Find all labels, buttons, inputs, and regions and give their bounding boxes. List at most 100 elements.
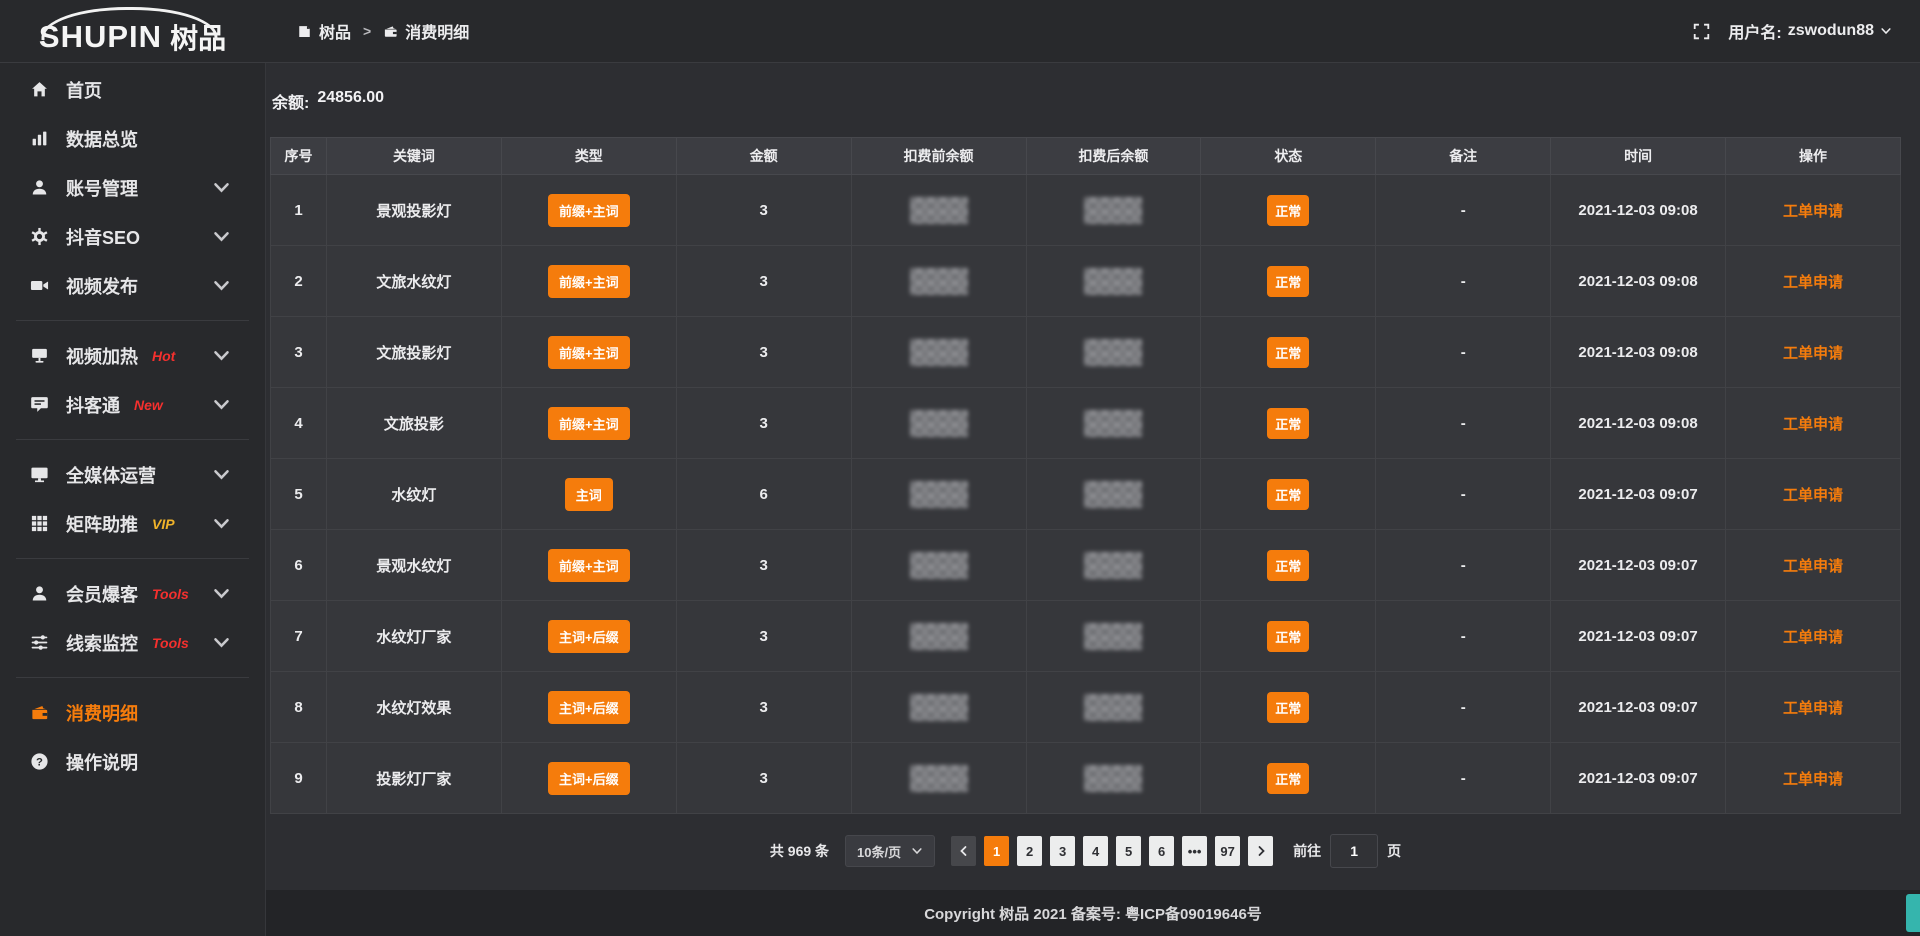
cell-amount: 3 [676, 743, 851, 814]
chevron-down-icon [212, 584, 231, 603]
cell-amount: 3 [676, 175, 851, 246]
cell-balance-before [851, 175, 1026, 246]
work-order-link[interactable]: 工单申请 [1783, 558, 1843, 575]
page-button-5[interactable]: 5 [1116, 836, 1141, 866]
cell-time: 2021-12-03 09:08 [1551, 246, 1726, 317]
page-button-1[interactable]: 1 [984, 836, 1009, 866]
sidebar-item-label: 矩阵助推 [66, 511, 138, 537]
sidebar-item-data-overview[interactable]: 数据总览 [0, 114, 265, 163]
work-order-link[interactable]: 工单申请 [1783, 345, 1843, 362]
next-page-button[interactable] [1248, 836, 1273, 866]
copyright-text: Copyright 树品 2021 备案号: 粤ICP备09019646号 [924, 903, 1262, 924]
censored-value [1084, 339, 1142, 366]
page-buttons: 123456 ••• 97 [984, 836, 1240, 866]
table-header-row: 序号关键词类型金额扣费前余额扣费后余额状态备注时间操作 [271, 138, 1901, 175]
video-icon [30, 276, 49, 295]
question-icon: ? [30, 752, 49, 771]
user-icon [30, 584, 49, 603]
work-order-link[interactable]: 工单申请 [1783, 274, 1843, 291]
cell-balance-after [1026, 317, 1201, 388]
work-order-link[interactable]: 工单申请 [1783, 629, 1843, 646]
cell-amount: 3 [676, 246, 851, 317]
fullscreen-icon[interactable] [1693, 23, 1710, 40]
work-order-link[interactable]: 工单申请 [1783, 700, 1843, 717]
page-size-select[interactable]: 10条/页 [845, 835, 935, 867]
cell-type: 主词+后缀 [501, 601, 676, 672]
sidebar-item-video-heat[interactable]: 视频加热Hot [0, 331, 265, 380]
floating-widget[interactable] [1906, 894, 1920, 932]
column-header: 时间 [1551, 138, 1726, 175]
svg-text:?: ? [36, 756, 43, 768]
censored-value [1084, 268, 1142, 295]
page-button-6[interactable]: 6 [1149, 836, 1174, 866]
cell-remark: - [1376, 388, 1551, 459]
cell-remark: - [1376, 601, 1551, 672]
column-header: 序号 [271, 138, 327, 175]
censored-value [910, 694, 968, 721]
cell-no: 4 [271, 388, 327, 459]
type-badge: 前缀+主词 [548, 194, 630, 227]
page-ellipsis-button[interactable]: ••• [1182, 836, 1207, 866]
cell-balance-after [1026, 246, 1201, 317]
sidebar-item-label: 数据总览 [66, 126, 138, 152]
sidebar-item-video-publish[interactable]: 视频发布 [0, 261, 265, 310]
work-order-link[interactable]: 工单申请 [1783, 203, 1843, 220]
page-button-97[interactable]: 97 [1215, 836, 1240, 866]
sidebar-item-matrix-boost[interactable]: 矩阵助推VIP [0, 499, 265, 548]
sidebar-item-douketong[interactable]: 抖客通New [0, 380, 265, 429]
breadcrumb-label: 树品 [319, 19, 351, 43]
cell-balance-before [851, 743, 1026, 814]
home-icon [30, 80, 49, 99]
user-menu[interactable]: 用户名: zswodun88 [1728, 19, 1892, 43]
goto-page-input[interactable] [1330, 834, 1378, 868]
cell-balance-after [1026, 459, 1201, 530]
gear-icon [30, 227, 49, 246]
cell-balance-before [851, 317, 1026, 388]
sidebar-item-leads-monitor[interactable]: 线索监控Tools [0, 618, 265, 667]
cell-remark: - [1376, 175, 1551, 246]
page-button-2[interactable]: 2 [1017, 836, 1042, 866]
sidebar-item-account-manage[interactable]: 账号管理 [0, 163, 265, 212]
goto-label: 前往 [1293, 841, 1321, 861]
sidebar-item-help[interactable]: ?操作说明 [0, 737, 265, 786]
cell-no: 8 [271, 672, 327, 743]
cell-time: 2021-12-03 09:08 [1551, 388, 1726, 459]
cell-action: 工单申请 [1726, 317, 1901, 388]
sidebar-item-douyin-seo[interactable]: 抖音SEO [0, 212, 265, 261]
sidebar-item-tag: New [134, 397, 163, 413]
work-order-link[interactable]: 工单申请 [1783, 771, 1843, 788]
page-button-3[interactable]: 3 [1050, 836, 1075, 866]
sidebar-item-member-burst[interactable]: 会员爆客Tools [0, 569, 265, 618]
breadcrumb-item-shupin[interactable]: 树品 [297, 19, 351, 43]
cell-action: 工单申请 [1726, 246, 1901, 317]
sidebar-divider [16, 677, 249, 678]
sliders-icon [30, 633, 49, 652]
work-order-link[interactable]: 工单申请 [1783, 416, 1843, 433]
table-row: 6 景观水纹灯 前缀+主词 3 正常 - 2021-12-03 09:07 工单… [271, 530, 1901, 601]
sidebar-item-spend-detail[interactable]: 消费明细 [0, 688, 265, 737]
type-badge: 主词+后缀 [548, 620, 630, 653]
cell-remark: - [1376, 672, 1551, 743]
cell-keyword: 投影灯厂家 [327, 743, 502, 814]
breadcrumb: 树品>消费明细 [297, 19, 469, 43]
cell-type: 前缀+主词 [501, 175, 676, 246]
cell-action: 工单申请 [1726, 530, 1901, 601]
cell-status: 正常 [1201, 743, 1376, 814]
cell-balance-before [851, 672, 1026, 743]
censored-value [1084, 197, 1142, 224]
cell-status: 正常 [1201, 601, 1376, 672]
balance-value: 24856.00 [317, 89, 384, 113]
work-order-link[interactable]: 工单申请 [1783, 487, 1843, 504]
cell-balance-after [1026, 743, 1201, 814]
topbar-right: 用户名: zswodun88 [1693, 19, 1920, 43]
sidebar-item-tag: Tools [152, 586, 189, 602]
table-body: 1 景观投影灯 前缀+主词 3 正常 - 2021-12-03 09:08 工单… [271, 175, 1901, 814]
sidebar-item-home[interactable]: 首页 [0, 65, 265, 114]
type-badge: 前缀+主词 [548, 549, 630, 582]
page-button-4[interactable]: 4 [1083, 836, 1108, 866]
cell-no: 2 [271, 246, 327, 317]
sidebar-item-media-operation[interactable]: 全媒体运营 [0, 450, 265, 499]
brand-logo[interactable]: SHUPIN 树品 [0, 0, 265, 62]
breadcrumb-item-spend-detail[interactable]: 消费明细 [383, 19, 469, 43]
prev-page-button[interactable] [951, 836, 976, 866]
